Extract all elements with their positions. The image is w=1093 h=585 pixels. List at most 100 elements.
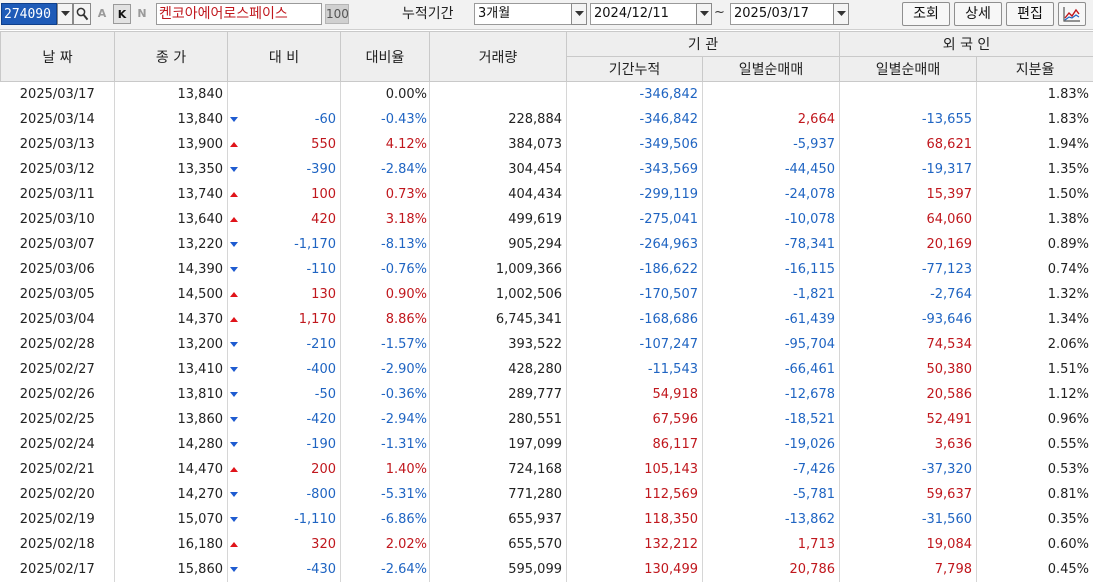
cell-close-value: 14,280 [177,436,224,452]
table-row[interactable]: 2025/02/24 14,280 -190 -1.31% 197,099 86,117 -… [0,431,1093,457]
cell-date: 2025/02/21 [0,456,115,482]
cell-date: 2025/02/26 [0,381,115,407]
code-dropdown-button[interactable] [57,3,73,25]
table-row[interactable]: 2025/03/05 14,500 130 0.90% 1,002,506 -170,50… [0,281,1093,307]
cell-close-value: 13,840 [177,111,224,127]
investor-table: 날 짜 종 가 대 비 대비율 거래량 기 관 외 국 인 기간누적 일별순매매… [0,31,1093,582]
cell-change: 550 [227,131,341,157]
header-close[interactable]: 종 가 [114,31,228,82]
start-date-field[interactable]: 2024/12/11 [590,3,698,25]
cell-ratio: 0.90% [340,281,430,307]
header-foreign-share[interactable]: 지분율 [975,56,1093,82]
table-row[interactable]: 2025/02/18 16,180 320 2.02% 655,570 132,212 1,… [0,531,1093,557]
cell-change: 420 [227,206,341,232]
query-button[interactable]: 조회 [902,2,950,26]
cell-inst-daily-value: -5,937 [793,136,835,152]
cell-inst-cumulative: 130,499 [566,556,703,582]
cell-ratio-value: -0.36% [381,386,427,402]
table-row[interactable]: 2025/02/17 15,860 -430 -2.64% 595,099 130,499… [0,556,1093,582]
cell-inst-cumulative: -168,686 [566,306,703,332]
table-row[interactable]: 2025/02/20 14,270 -800 -5.31% 771,280 112,569… [0,481,1093,507]
cell-inst-cumulative: 86,117 [566,431,703,457]
table-header: 날 짜 종 가 대 비 대비율 거래량 기 관 외 국 인 기간누적 일별순매매… [0,31,1093,82]
cell-volume: 393,522 [429,331,567,357]
cell-date: 2025/02/18 [0,531,115,557]
detail-button[interactable]: 상세 [954,2,1002,26]
a-button[interactable]: A [93,4,111,24]
header-ratio[interactable]: 대비율 [340,31,430,82]
stock-code-input[interactable]: 274090 [1,3,57,25]
triangle-down-icon [230,491,238,497]
end-date-dropdown-button[interactable] [833,3,849,25]
cell-ratio-value: -2.64% [381,561,427,577]
table-row[interactable]: 2025/02/28 13,200 -210 -1.57% 393,522 -107,24… [0,331,1093,357]
cell-inst-cumulative-value: -346,842 [639,86,698,102]
cell-date-value: 2025/02/18 [19,536,95,552]
cell-foreign-daily-value: -31,560 [921,511,972,527]
triangle-down-icon [230,341,238,347]
cell-foreign-daily: 3,636 [839,431,977,457]
edit-button[interactable]: 편집 [1006,2,1054,26]
cell-foreign-share-value: 1.83% [1047,86,1090,102]
cell-foreign-daily-value: 19,084 [926,536,973,552]
n-button[interactable]: N [133,4,151,24]
cell-volume: 280,551 [429,406,567,432]
k-button[interactable]: K [113,4,131,24]
table-row[interactable]: 2025/03/04 14,370 1,170 8.86% 6,745,341 -168,… [0,306,1093,332]
table-row[interactable]: 2025/03/13 13,900 550 4.12% 384,073 -349,506 -… [0,131,1093,157]
cell-foreign-share: 1.32% [976,281,1093,307]
cell-close: 13,740 [114,181,228,207]
table-row[interactable]: 2025/03/06 14,390 -110 -0.76% 1,009,366 -186,… [0,256,1093,282]
cell-inst-daily-value: -19,026 [784,436,835,452]
table-row[interactable]: 2025/02/21 14,470 200 1.40% 724,168 105,143 -7… [0,456,1093,482]
cell-foreign-share: 1.51% [976,356,1093,382]
cell-inst-daily-value: -13,862 [784,511,835,527]
cell-close-value: 13,840 [177,86,224,102]
cell-ratio: -2.84% [340,156,430,182]
cell-date-value: 2025/02/28 [19,336,95,352]
search-button[interactable] [73,3,91,25]
cell-ratio: -8.13% [340,231,430,257]
table-row[interactable]: 2025/03/07 13,220 -1,170 -8.13% 905,294 -264,… [0,231,1093,257]
cell-close: 14,500 [114,281,228,307]
header-foreign-daily[interactable]: 일별순매매 [839,56,977,82]
cell-inst-cumulative-value: -168,686 [639,311,698,327]
header-date[interactable]: 날 짜 [0,31,115,82]
period-select[interactable]: 3개월 [474,3,573,25]
header-change[interactable]: 대 비 [227,31,341,82]
chart-button[interactable] [1058,2,1086,26]
table-row[interactable]: 2025/03/12 13,350 -390 -2.84% 304,454 -343,56… [0,156,1093,182]
header-inst-cumulative[interactable]: 기간누적 [566,56,703,82]
cell-change-value: -1,170 [294,236,336,252]
cell-date-value: 2025/03/11 [19,186,95,202]
cell-date-value: 2025/02/27 [19,361,95,377]
cell-inst-cumulative-value: -107,247 [639,336,698,352]
table-row[interactable]: 2025/02/19 15,070 -1,110 -6.86% 655,937 118,3… [0,506,1093,532]
header-volume[interactable]: 거래량 [429,31,567,82]
chevron-down-icon [575,11,584,16]
cell-foreign-daily-value: -13,655 [921,111,972,127]
end-date-field[interactable]: 2025/03/17 [730,3,834,25]
cell-date: 2025/03/06 [0,256,115,282]
table-row[interactable]: 2025/03/17 13,840 0.00% -346,842 1.83% [0,81,1093,107]
cell-change-value: 100 [311,186,336,202]
table-row[interactable]: 2025/02/26 13,810 -50 -0.36% 289,777 54,918 -1… [0,381,1093,407]
header-inst-daily[interactable]: 일별순매매 [702,56,840,82]
cell-change [227,81,341,107]
table-row[interactable]: 2025/03/11 13,740 100 0.73% 404,434 -299,119 -… [0,181,1093,207]
cell-close: 13,200 [114,331,228,357]
cell-close-value: 13,220 [177,236,224,252]
cell-foreign-share-value: 0.74% [1047,261,1090,277]
table-row[interactable]: 2025/03/10 13,640 420 3.18% 499,619 -275,041 -… [0,206,1093,232]
cell-inst-cumulative: -264,963 [566,231,703,257]
cell-foreign-daily-value: 20,586 [926,386,973,402]
cell-close-value: 14,270 [177,486,224,502]
cell-ratio: 1.40% [340,456,430,482]
table-row[interactable]: 2025/03/14 13,840 -60 -0.43% 228,884 -346,842… [0,106,1093,132]
start-date-dropdown-button[interactable] [696,3,712,25]
cell-date: 2025/03/13 [0,131,115,157]
table-row[interactable]: 2025/02/25 13,860 -420 -2.94% 280,551 67,596 -… [0,406,1093,432]
table-row[interactable]: 2025/02/27 13,410 -400 -2.90% 428,280 -11,543… [0,356,1093,382]
triangle-up-icon [230,291,238,297]
period-dropdown-button[interactable] [571,3,587,25]
